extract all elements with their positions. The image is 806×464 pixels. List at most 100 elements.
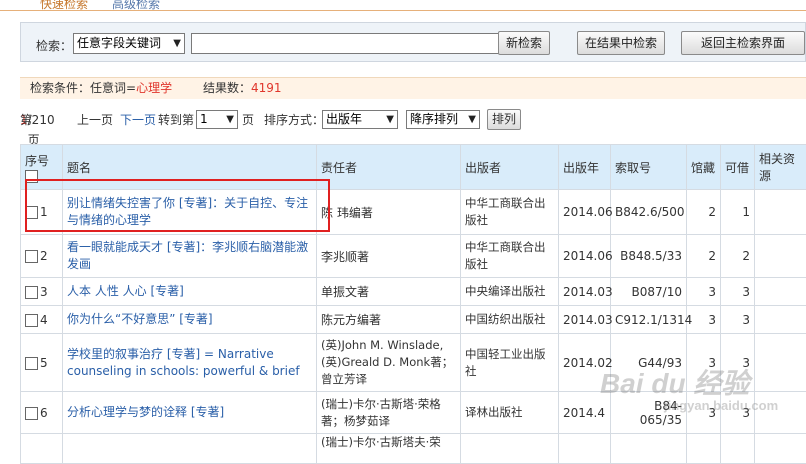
search-within-results-button[interactable]: 在结果中检索 [577, 31, 665, 55]
col-year: 出版年 [559, 145, 611, 190]
col-available: 可借 [721, 145, 755, 190]
row-holdings: 2 [687, 235, 721, 278]
row-seq-number: 2 [40, 249, 48, 263]
row-year: 2014.03 [559, 306, 611, 334]
row-year: 2014.4 [559, 392, 611, 434]
col-title: 题名 [63, 145, 317, 190]
row-author: (瑞士)卡尔·古斯塔夫·荣 [317, 434, 461, 464]
row-callno: C912.1/1314 [611, 306, 687, 334]
row-publisher: 中国轻工业出版社 [461, 334, 559, 392]
row-resources [755, 235, 806, 278]
row-callno: B84-065/35 [611, 392, 687, 434]
row-resources [755, 392, 806, 434]
title-link[interactable]: 看一眼就能成天才 [专著]：李兆顺右脑潜能激发画 [67, 240, 308, 271]
sort-field-select[interactable]: 出版年▼ [322, 110, 398, 129]
col-publisher: 出版者 [461, 145, 559, 190]
condition-label: 检索条件：任意词= [30, 81, 136, 95]
table-row: 4 你为什么“不好意思” [专著] 陈元方编著 中国纺织出版社 2014.03 … [21, 306, 806, 334]
table-row: 5 学校里的叙事治疗 [专著] = Narrative counseling i… [21, 334, 806, 392]
row-author: 陈 玮编著 [317, 190, 461, 235]
title-link[interactable]: 学校里的叙事治疗 [专著] = Narrative counseling in … [67, 347, 300, 378]
search-condition-bar: 检索条件：任意词=心理学 结果数：4191 [20, 77, 806, 99]
row-checkbox[interactable] [25, 314, 38, 327]
row-year [559, 434, 611, 464]
row-resources [755, 334, 806, 392]
results-table: 序号 题名 责任者 出版者 出版年 索取号 馆藏 可借 相关资源 1 别让情绪失… [20, 144, 806, 464]
sort-order-select[interactable]: 降序排列 ▼ [406, 110, 480, 129]
new-search-button[interactable]: 新检索 [498, 31, 550, 55]
row-year: 2014.06 [559, 190, 611, 235]
result-count: 结果数：4191 [203, 78, 282, 98]
row-title [63, 434, 317, 464]
sort-order-value: 降序排列 [410, 111, 458, 128]
row-seq: 3 [21, 278, 63, 306]
row-callno [611, 434, 687, 464]
row-resources [755, 278, 806, 306]
search-condition: 检索条件：任意词=心理学 [30, 78, 172, 98]
col-author: 责任者 [317, 145, 461, 190]
table-row: (瑞士)卡尔·古斯塔夫·荣 [21, 434, 806, 464]
row-available: 3 [721, 278, 755, 306]
title-link[interactable]: 别让情绪失控害了你 [专著]：关于自控、专注与情绪的心理学 [67, 196, 308, 227]
row-checkbox[interactable] [25, 286, 38, 299]
row-title: 别让情绪失控害了你 [专著]：关于自控、专注与情绪的心理学 [63, 190, 317, 235]
search-tabs: 快速检索 高级检索 [0, 0, 806, 11]
row-available: 2 [721, 235, 755, 278]
title-link[interactable]: 分析心理学与梦的诠释 [专著] [67, 405, 224, 419]
row-seq-number: 4 [40, 313, 48, 327]
search-field-select[interactable]: 任意字段关键词 ▼ [73, 33, 185, 54]
col-callno: 索取号 [611, 145, 687, 190]
chevron-down-icon: ▼ [468, 111, 476, 128]
row-publisher [461, 434, 559, 464]
row-seq: 4 [21, 306, 63, 334]
col-seq: 序号 [21, 145, 63, 190]
select-all-checkbox[interactable] [25, 170, 38, 183]
tab-advanced-search[interactable]: 高级检索 [112, 0, 160, 11]
sort-field-value: 出版年 [326, 111, 362, 128]
row-publisher: 中华工商联合出版社 [461, 235, 559, 278]
row-title: 人本 人性 人心 [专著] [63, 278, 317, 306]
prev-page-link[interactable]: 上一页 [77, 110, 113, 130]
row-available: 3 [721, 334, 755, 392]
title-link[interactable]: 你为什么“不好意思” [专著] [67, 312, 213, 326]
result-count-label: 结果数： [203, 81, 251, 95]
title-link[interactable]: 人本 人性 人心 [专著] [67, 284, 184, 298]
row-year: 2014.03 [559, 278, 611, 306]
row-available: 1 [721, 190, 755, 235]
sort-label: 排序方式： [264, 110, 324, 130]
col-seq-label: 序号 [25, 152, 58, 169]
search-input[interactable] [191, 33, 511, 54]
row-checkbox[interactable] [25, 250, 38, 263]
result-count-value: 4191 [251, 81, 282, 95]
row-seq: 5 [21, 334, 63, 392]
chevron-down-icon: ▼ [173, 34, 181, 53]
back-to-main-search-button[interactable]: 返回主检索界面 [681, 31, 805, 55]
row-resources [755, 434, 806, 464]
row-author: 单振文著 [317, 278, 461, 306]
row-holdings: 3 [687, 392, 721, 434]
row-resources [755, 306, 806, 334]
row-year: 2014.06 [559, 235, 611, 278]
search-label: 检索： [36, 37, 72, 54]
goto-page-select[interactable]: 1▼ [196, 110, 238, 129]
next-page-link[interactable]: 下一页 [120, 110, 156, 130]
row-resources [755, 190, 806, 235]
chevron-down-icon: ▼ [226, 111, 234, 128]
row-available: 3 [721, 306, 755, 334]
table-row: 2 看一眼就能成天才 [专著]：李兆顺右脑潜能激发画 李兆顺著 中华工商联合出版… [21, 235, 806, 278]
row-seq-number: 3 [40, 285, 48, 299]
table-row: 3 人本 人性 人心 [专著] 单振文著 中央编译出版社 2014.03 B08… [21, 278, 806, 306]
table-row: 6 分析心理学与梦的诠释 [专著] (瑞士)卡尔·古斯塔·荣格著；杨梦茹译 译林… [21, 392, 806, 434]
row-seq-number: 6 [40, 406, 48, 420]
row-seq: 6 [21, 392, 63, 434]
row-available: 3 [721, 392, 755, 434]
sort-button[interactable]: 排列 [487, 109, 521, 130]
row-checkbox[interactable] [25, 407, 38, 420]
tab-quick-search[interactable]: 快速检索 [40, 0, 88, 11]
row-seq: 2 [21, 235, 63, 278]
row-seq-number: 5 [40, 356, 48, 370]
row-checkbox[interactable] [25, 357, 38, 370]
row-author: (英)John M. Winslade, (英)Greald D. Monk著；… [317, 334, 461, 392]
row-available [721, 434, 755, 464]
row-checkbox[interactable] [25, 206, 38, 219]
